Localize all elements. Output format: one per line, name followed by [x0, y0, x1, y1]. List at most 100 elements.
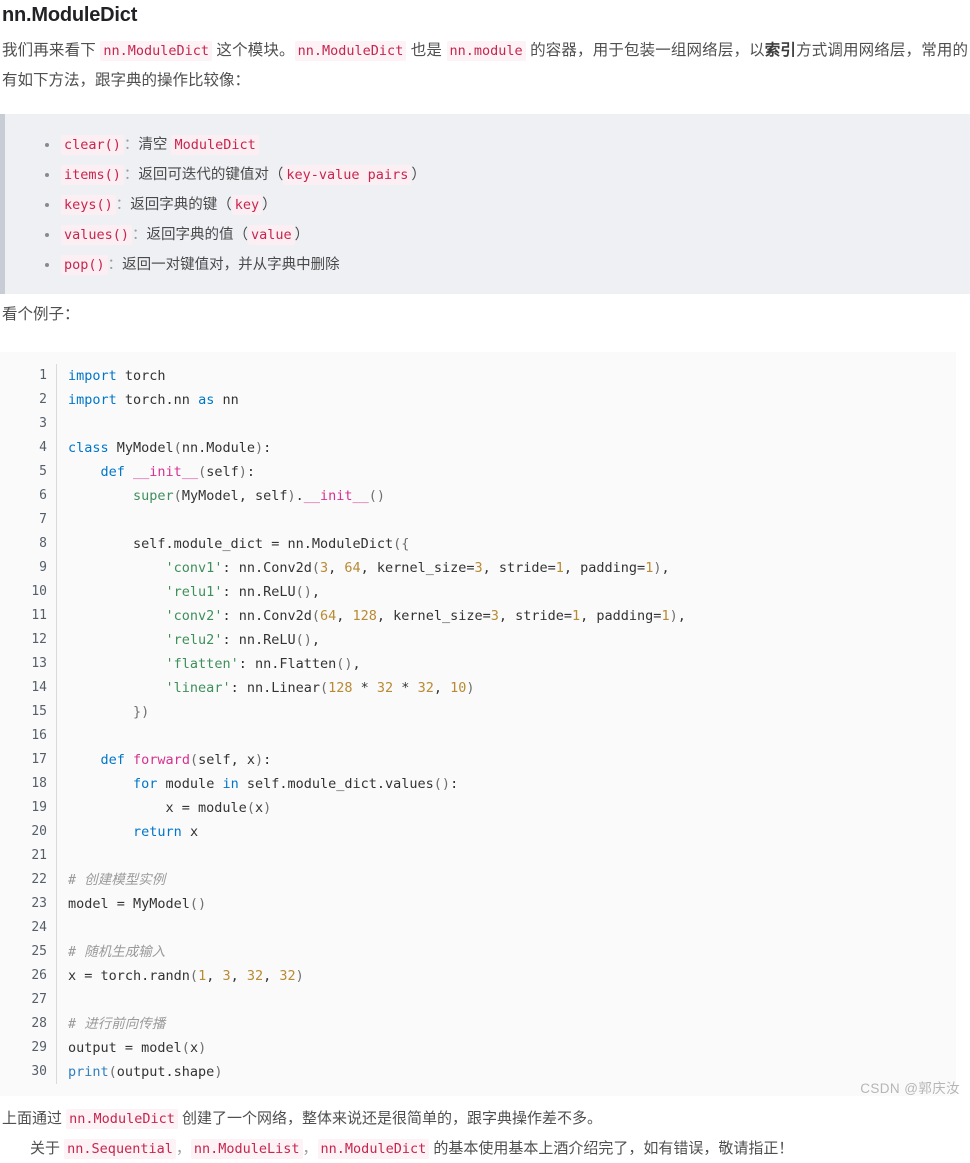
code-line: 22 # 创建模型实例 — [0, 868, 956, 892]
article-page: nn.ModuleDict 我们再来看下 nn.ModuleDict 这个模块。… — [0, 0, 970, 1159]
code-line-content: def forward(self, x): — [100, 752, 272, 768]
code-line-content: for module in self.module_dict.values(): — [133, 776, 459, 792]
method-desc-code: key — [231, 195, 263, 215]
code-line-number: 12 — [0, 628, 57, 652]
code-line-content — [57, 508, 957, 532]
code-line-number: 17 — [0, 748, 57, 772]
code-line-content: 'flatten': nn.Flatten(), — [165, 656, 361, 672]
code-line-number: 27 — [0, 988, 57, 1012]
method-separator: ： — [132, 227, 147, 243]
code-block[interactable]: 1 import torch 2 import torch.nn as nn 3 4 cl… — [0, 352, 956, 1096]
method-desc-pre: 返回字典的键（ — [130, 197, 232, 213]
summary2-sep-1: ， — [175, 1140, 191, 1157]
code-line: 16 — [0, 724, 956, 748]
code-line: 24 — [0, 916, 956, 940]
method-desc-post: ） — [294, 227, 310, 243]
code-line-number: 20 — [0, 820, 57, 844]
code-line-content — [57, 844, 957, 868]
code-line-number: 29 — [0, 1036, 57, 1060]
code-line-number: 10 — [0, 580, 57, 604]
code-line-number: 25 — [0, 940, 57, 964]
method-separator: ： — [123, 167, 139, 183]
code-line: 4 class MyModel(nn.Module): — [0, 436, 956, 460]
code-line-number: 15 — [0, 700, 57, 724]
method-separator: ： — [115, 197, 131, 213]
code-line-number: 24 — [0, 916, 57, 940]
method-code: values() — [61, 225, 133, 245]
intro-text-1: 我们再来看下 — [2, 42, 101, 59]
code-line-number: 1 — [0, 364, 57, 388]
code-line: 6 super(MyModel, self).__init__() — [0, 484, 956, 508]
code-line: 17 def forward(self, x): — [0, 748, 956, 772]
summary-text-post: 创建了一个网络，整体来说还是很简单的，跟字典操作差不多。 — [177, 1110, 603, 1127]
list-item: clear() ：清空 ModuleDict — [45, 130, 970, 160]
intro-paragraph: 我们再来看下 nn.ModuleDict 这个模块。 nn.ModuleDict … — [0, 28, 970, 96]
code-line-content: super(MyModel, self).__init__() — [133, 488, 386, 504]
code-lines: 1 import torch 2 import torch.nn as nn 3 4 cl… — [0, 364, 956, 1084]
code-line: 12 'relu2': nn.ReLU(), — [0, 628, 956, 652]
code-line-content: output = model(x) — [68, 1040, 207, 1056]
code-line: 30 print(output.shape) — [0, 1060, 956, 1084]
code-line: 1 import torch — [0, 364, 956, 388]
code-line-content — [57, 916, 957, 940]
code-line-number: 2 — [0, 388, 57, 412]
code-line: 23 model = MyModel() — [0, 892, 956, 916]
methods-panel: clear() ：清空 ModuleDict items() ：返回可迭代的键值对（… — [0, 114, 970, 294]
method-desc-pre: 返回字典的值（ — [146, 227, 249, 243]
code-line: 25 # 随机生成输入 — [0, 940, 956, 964]
code-line-number: 19 — [0, 796, 57, 820]
code-line-content: }) — [133, 704, 150, 720]
code-line-number: 28 — [0, 1012, 57, 1036]
code-line-number: 9 — [0, 556, 57, 580]
code-line: 8 self.module_dict = nn.ModuleDict({ — [0, 532, 956, 556]
code-line: 2 import torch.nn as nn — [0, 388, 956, 412]
code-line: 18 for module in self.module_dict.values… — [0, 772, 956, 796]
code-line: 15 }) — [0, 700, 956, 724]
code-line: 26 x = torch.randn(1, 3, 32, 32) — [0, 964, 956, 988]
code-line-content: 'relu1': nn.ReLU(), — [165, 584, 321, 600]
code-line-content: # 进行前向传播 — [68, 1016, 166, 1032]
code-line-number: 30 — [0, 1060, 57, 1084]
code-line-number: 11 — [0, 604, 57, 628]
method-code: pop() — [61, 255, 108, 275]
method-code: keys() — [61, 195, 116, 215]
code-line-content: import torch.nn as nn — [68, 392, 239, 408]
code-line-number: 26 — [0, 964, 57, 988]
code-line: 14 'linear': nn.Linear(128 * 32 * 32, 10… — [0, 676, 956, 700]
code-line: 29 output = model(x) — [0, 1036, 956, 1060]
code-line-content: def __init__(self): — [100, 464, 256, 480]
code-line-content: self.module_dict = nn.ModuleDict({ — [68, 536, 410, 552]
method-desc-code: ModuleDict — [171, 135, 259, 155]
code-line-number: 6 — [0, 484, 57, 508]
method-separator: ： — [123, 137, 139, 153]
code-line-content — [57, 988, 957, 1012]
code-line: 19 x = module(x) — [0, 796, 956, 820]
intro-text-4: 的容器，用于包装一组网络层，以 — [525, 42, 765, 59]
intro-text-2: 这个模块。 — [211, 42, 295, 59]
method-desc-pre: 清空 — [138, 137, 172, 153]
code-line: 10 'relu1': nn.ReLU(), — [0, 580, 956, 604]
code-line-number: 5 — [0, 460, 57, 484]
method-desc-post: ） — [411, 167, 426, 183]
code-line: 20 return x — [0, 820, 956, 844]
inline-code-modulelist: nn.ModuleList — [190, 1139, 303, 1159]
code-table: 1 import torch 2 import torch.nn as nn 3 4 cl… — [0, 364, 956, 1084]
intro-text-3: 也是 — [406, 42, 447, 59]
code-line: 28 # 进行前向传播 — [0, 1012, 956, 1036]
code-line-content: # 随机生成输入 — [68, 944, 166, 960]
code-line-number: 3 — [0, 412, 57, 436]
code-line-content: x = module(x) — [68, 800, 272, 816]
code-line-number: 18 — [0, 772, 57, 796]
inline-code-moduledict-2: nn.ModuleDict — [294, 41, 407, 61]
code-line: 3 — [0, 412, 956, 436]
code-line-content: import torch — [68, 368, 166, 384]
example-label: 看个例子： — [2, 306, 80, 323]
code-line-content — [57, 412, 957, 436]
csdn-watermark: CSDN @郭庆汝 — [860, 1081, 960, 1096]
summary2-post: 的基本使用基本上酒介绍完了，如有错误，敬请指正！ — [429, 1140, 794, 1157]
inline-code-moduledict-3: nn.ModuleDict — [66, 1109, 178, 1129]
code-line-number: 21 — [0, 844, 57, 868]
code-line-number: 13 — [0, 652, 57, 676]
code-line-number: 16 — [0, 724, 57, 748]
method-desc-post: ） — [262, 197, 277, 213]
